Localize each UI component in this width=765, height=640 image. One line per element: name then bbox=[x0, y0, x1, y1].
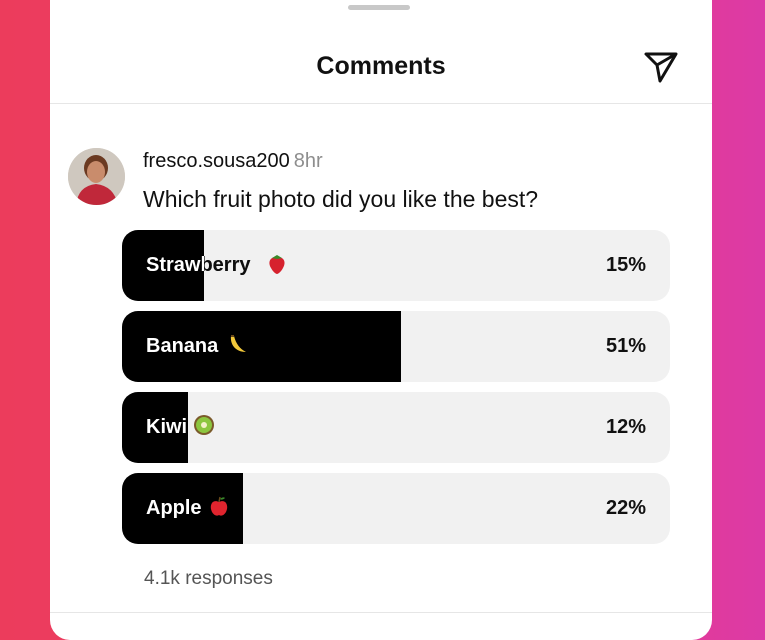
comments-sheet: Comments fresco.sousa200 8hr Which fruit … bbox=[50, 0, 712, 640]
username[interactable]: fresco.sousa200 bbox=[143, 150, 290, 172]
drag-handle[interactable] bbox=[348, 5, 410, 10]
bottom-divider bbox=[50, 612, 712, 613]
poll-option-percent: 15% bbox=[605, 254, 646, 276]
post-author: fresco.sousa200 8hr bbox=[143, 150, 323, 173]
apple-icon bbox=[210, 496, 228, 516]
poll-question: Which fruit photo did you like the best? bbox=[143, 186, 539, 212]
poll-option-percent: 22% bbox=[605, 497, 646, 519]
poll-option-label: Strawberry bbox=[146, 254, 251, 276]
strawberry-icon bbox=[269, 255, 285, 274]
poll-option-label: Banana bbox=[146, 335, 219, 357]
poll-option-percent: 51% bbox=[605, 335, 646, 357]
send-icon[interactable] bbox=[642, 48, 680, 86]
poll-option-banana[interactable]: Banana 51% bbox=[122, 311, 670, 382]
avatar[interactable] bbox=[68, 148, 125, 205]
poll-option-percent: 12% bbox=[605, 416, 646, 438]
responses-count[interactable]: 4.1k responses bbox=[144, 568, 273, 590]
poll-option-apple[interactable]: Apple 22% bbox=[122, 473, 670, 544]
poll-option-strawberry[interactable]: Strawberry 15% bbox=[122, 230, 670, 301]
poll-option-label: Apple bbox=[146, 497, 202, 519]
post-time: 8hr bbox=[293, 150, 323, 172]
banana-icon bbox=[230, 335, 246, 352]
header-divider bbox=[50, 103, 712, 104]
poll-option-label: Kiwi bbox=[146, 416, 188, 438]
sheet-title: Comments bbox=[316, 52, 446, 80]
kiwi-icon bbox=[194, 415, 214, 435]
poll-option-kiwi[interactable]: Kiwi 12% bbox=[122, 392, 670, 463]
